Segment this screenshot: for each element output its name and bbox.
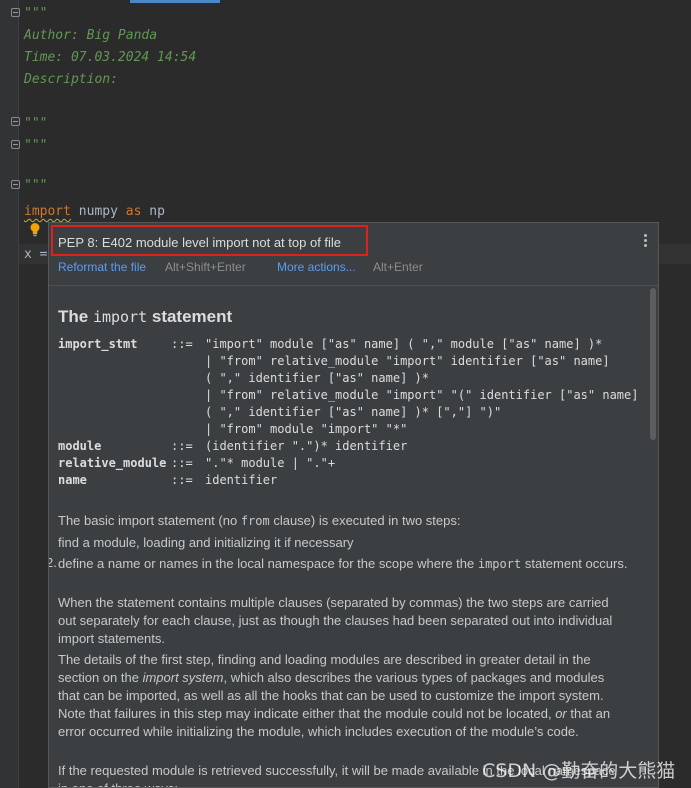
as-keyword: as: [125, 204, 142, 219]
docstring-description[interactable]: Description:: [24, 72, 118, 88]
inspection-message: PEP 8: E402 module level import not at t…: [58, 235, 342, 250]
list-number: 2.: [49, 555, 57, 570]
grammar-rule: | "from" relative_module "import" identi…: [205, 354, 610, 368]
inspection-popup: PEP 8: E402 module level import not at t…: [48, 222, 659, 788]
grammar-rule: "."* module | "."+: [205, 456, 336, 470]
more-actions-shortcut: Alt+Enter: [373, 260, 423, 274]
import-line[interactable]: import numpy as np: [24, 204, 165, 220]
lightbulb-icon[interactable]: [29, 222, 41, 238]
reformat-shortcut: Alt+Shift+Enter: [165, 260, 246, 274]
import-module: numpy: [70, 204, 126, 219]
import-alias: np: [141, 204, 165, 219]
grammar-rule: identifier: [205, 473, 278, 487]
grammar-rule: ( "," identifier ["as" name] )*: [205, 371, 429, 385]
assignment-line[interactable]: x =: [24, 247, 47, 263]
docstring-open[interactable]: """: [24, 6, 47, 22]
grammar-op: ::=: [171, 473, 193, 487]
grammar-op: ::=: [171, 439, 193, 453]
doc-scrollbar-thumb[interactable]: [650, 288, 656, 440]
reformat-file-link[interactable]: Reformat the file: [58, 260, 146, 274]
grammar-rule: ( "," identifier ["as" name] )* [","] ")…: [205, 405, 502, 419]
docstring-author[interactable]: Author: Big Panda: [24, 28, 157, 44]
grammar-rule: "import" module ["as" name] ( "," module…: [205, 337, 603, 351]
more-options-icon[interactable]: [644, 234, 648, 248]
grammar-name-import-stmt: import_stmt: [58, 337, 138, 351]
docstring-open-2[interactable]: """: [24, 138, 47, 154]
watermark: CSDN @勤奋的大熊猫: [482, 760, 676, 782]
more-actions-link[interactable]: More actions...: [277, 260, 356, 274]
active-tab-indicator: [130, 0, 220, 3]
grammar-op: ::=: [171, 337, 193, 351]
doc-paragraph-clauses: When the statement contains multiple cla…: [58, 595, 613, 646]
grammar-rule: (identifier ".")* identifier: [205, 439, 408, 453]
list-number: .: [49, 534, 50, 549]
docstring-open-3[interactable]: """: [24, 178, 47, 194]
doc-paragraph-details: The details of the first step, finding a…: [58, 652, 611, 739]
fold-marker-icon[interactable]: [11, 117, 20, 126]
doc-paragraph-intro: The basic import statement (no from clau…: [58, 513, 461, 528]
grammar-op: ::=: [171, 456, 193, 470]
import-keyword[interactable]: import: [24, 204, 71, 219]
docstring-time[interactable]: Time: 07.03.2024 14:54: [24, 50, 196, 66]
doc-title: The import statement: [58, 307, 233, 326]
fold-marker-icon[interactable]: [11, 140, 20, 149]
grammar-rule: | "from" module "import" "*": [205, 422, 408, 436]
docstring-close[interactable]: """: [24, 116, 47, 132]
grammar-name-name: name: [58, 473, 87, 487]
doc-step-2: define a name or names in the local name…: [58, 556, 628, 571]
grammar-rule: | "from" relative_module "import" "(" id…: [205, 388, 639, 402]
fold-marker-icon[interactable]: [11, 180, 20, 189]
fold-marker-icon[interactable]: [11, 8, 20, 17]
grammar-name-module: module: [58, 439, 102, 453]
doc-step-1: find a module, loading and initializing …: [58, 535, 354, 550]
grammar-name-relative-module: relative_module: [58, 456, 167, 470]
